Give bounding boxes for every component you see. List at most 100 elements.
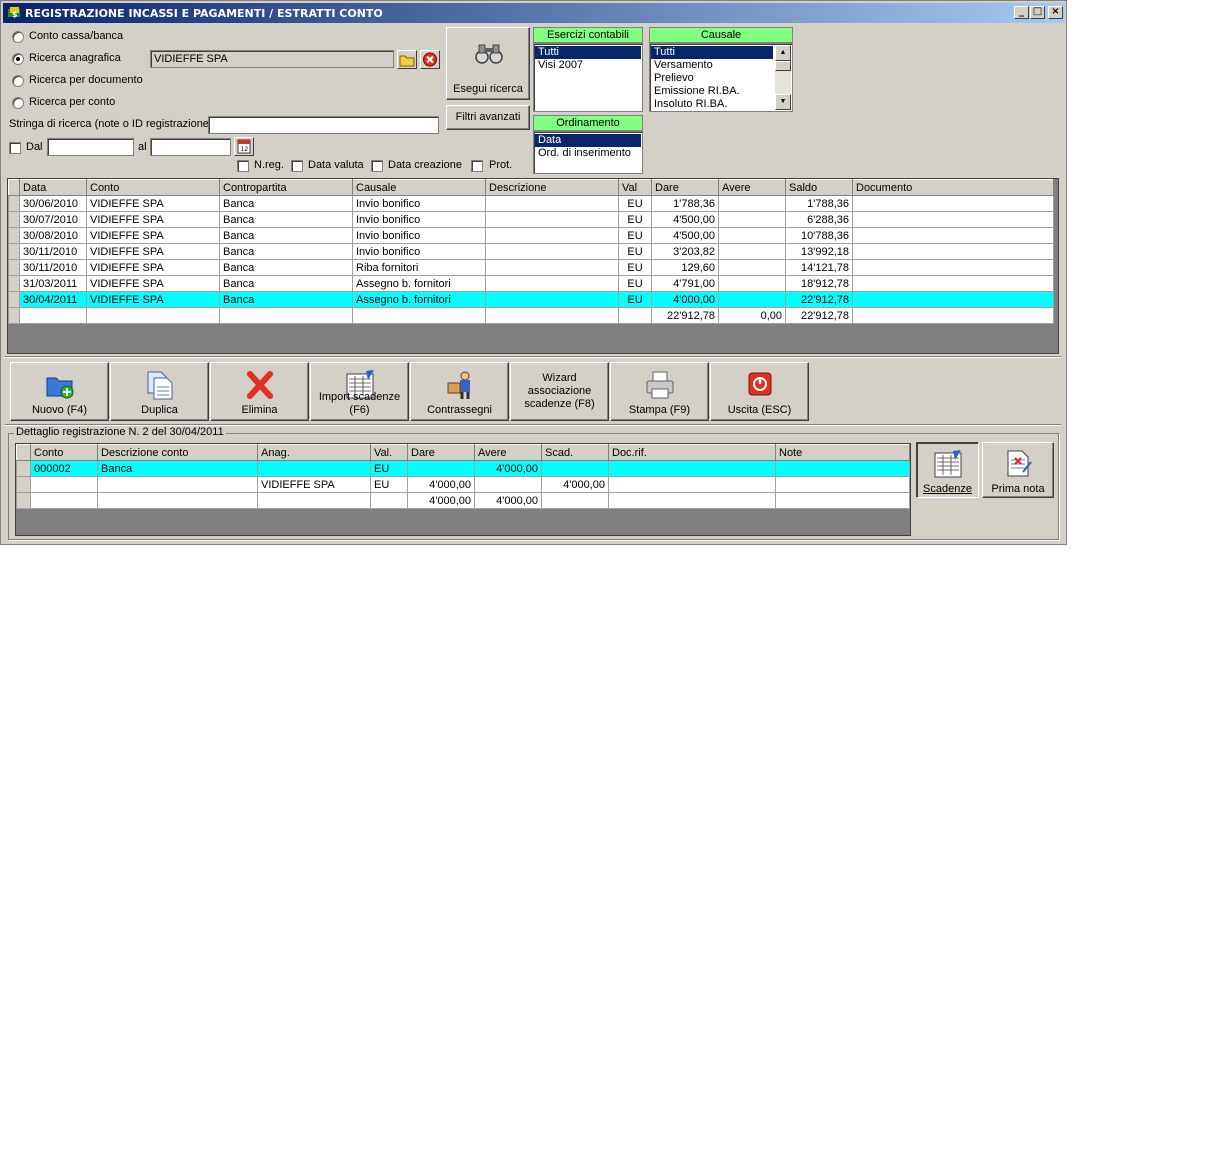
column-header[interactable]: Val: [618, 179, 652, 196]
column-header[interactable]: Causale: [352, 179, 486, 196]
row-indicator: [8, 259, 20, 276]
column-header[interactable]: Conto: [86, 179, 220, 196]
column-header[interactable]: Scad.: [541, 444, 609, 461]
data-creazione-checkbox[interactable]: [371, 160, 383, 172]
table-cell: VIDIEFFE SPA: [86, 211, 220, 228]
radio-ricerca-conto[interactable]: [12, 97, 24, 109]
scadenze-icon: [934, 450, 962, 478]
advanced-filters-button[interactable]: Filtri avanzati: [446, 105, 530, 130]
toolbar-button[interactable]: Stampa (F9): [610, 362, 709, 421]
causale-scrollbar[interactable]: ▲ ▼: [775, 45, 791, 110]
radio-ricerca-anagrafica[interactable]: [12, 53, 24, 65]
ordinamento-item[interactable]: Data: [535, 134, 641, 147]
detail-table-panel: Conto Descrizione conto Anag. Val. Dare Avere…: [15, 443, 911, 536]
table-cell: Banca: [219, 291, 353, 308]
data-valuta-checkbox[interactable]: [291, 160, 303, 172]
ordinamento-list[interactable]: Data Ord. di inserimento: [533, 131, 643, 174]
column-header[interactable]: Dare: [651, 179, 719, 196]
toolbar-button[interactable]: Duplica: [110, 362, 209, 421]
table-cell: Invio bonifico: [352, 243, 486, 260]
maximize-icon: □: [1032, 6, 1043, 17]
table-cell: EU: [618, 195, 652, 212]
clear-icon: [423, 52, 437, 67]
table-cell: 22'912,78: [785, 291, 853, 308]
column-header[interactable]: Avere: [474, 444, 542, 461]
toolbar-button[interactable]: Contrassegni: [410, 362, 509, 421]
radio-ricerca-documento[interactable]: [12, 75, 24, 87]
esercizi-item[interactable]: Visi 2007: [535, 59, 641, 72]
dal-checkbox[interactable]: [9, 142, 21, 154]
causale-item[interactable]: Insoluto RI.BA.: [651, 98, 773, 111]
column-header[interactable]: Note: [775, 444, 910, 461]
column-header[interactable]: Conto: [30, 444, 98, 461]
search-string-input[interactable]: [208, 116, 439, 134]
column-header[interactable]: Dare: [407, 444, 475, 461]
calendar-button[interactable]: 12: [234, 137, 254, 156]
toolbar-button[interactable]: Uscita (ESC): [710, 362, 809, 421]
column-header[interactable]: Descrizione: [485, 179, 619, 196]
table-row[interactable]: 30/07/2010 VIDIEFFE SPA Banca Invio bonific…: [8, 211, 1054, 228]
esercizi-item[interactable]: Tutti: [535, 46, 641, 59]
esercizi-list[interactable]: Tutti Visi 2007: [533, 43, 643, 112]
column-header[interactable]: Saldo: [785, 179, 853, 196]
causale-list[interactable]: Tutti Versamento Prelievo Emissione RI.BA. I…: [649, 43, 793, 112]
column-header[interactable]: Anag.: [257, 444, 371, 461]
prot-checkbox[interactable]: [471, 160, 483, 172]
scroll-down-icon[interactable]: ▼: [775, 94, 791, 110]
clear-anagrafica-button[interactable]: [420, 50, 440, 69]
table-cell: EU: [618, 291, 652, 308]
total-cell: [86, 307, 220, 324]
table-row[interactable]: 31/03/2011 VIDIEFFE SPA Banca Assegno b. fo…: [8, 275, 1054, 292]
table-row[interactable]: 30/11/2010 VIDIEFFE SPA Banca Riba fornitor…: [8, 259, 1054, 276]
toolbar-button[interactable]: Elimina: [210, 362, 309, 421]
open-anagrafica-button[interactable]: [397, 50, 417, 69]
maximize-button[interactable]: □: [1030, 6, 1045, 19]
al-date-input[interactable]: [150, 138, 231, 156]
table-row[interactable]: 30/04/2011 VIDIEFFE SPA Banca Assegno b. fo…: [8, 291, 1054, 308]
detail-row[interactable]: VIDIEFFE SPA EU 4'000,00 4'000,00: [16, 476, 910, 493]
toolbar-button[interactable]: Wizard associazione scadenze (F8): [510, 362, 609, 421]
detail-row[interactable]: 000002 Banca EU 4'000,00: [16, 460, 910, 477]
al-label: al: [138, 141, 147, 153]
causale-item[interactable]: Versamento: [651, 59, 773, 72]
power-icon: [744, 369, 776, 401]
scroll-up-icon[interactable]: ▲: [775, 45, 791, 61]
table-cell: 30/11/2010: [19, 259, 87, 276]
close-button[interactable]: ×: [1048, 6, 1063, 19]
toolbar-button[interactable]: Nuovo (F4): [10, 362, 109, 421]
table-cell: [407, 460, 475, 477]
scroll-thumb[interactable]: [775, 61, 791, 71]
table-cell: EU: [618, 275, 652, 292]
radio-conto-cassa[interactable]: [12, 31, 24, 43]
row-indicator: [16, 476, 31, 493]
execute-search-button[interactable]: Esegui ricerca: [446, 27, 530, 100]
column-header[interactable]: Doc.rif.: [608, 444, 776, 461]
table-row[interactable]: 30/11/2010 VIDIEFFE SPA Banca Invio bonific…: [8, 243, 1054, 260]
causale-item[interactable]: Tutti: [651, 46, 773, 59]
table-cell: EU: [370, 476, 408, 493]
table-row[interactable]: 30/08/2010 VIDIEFFE SPA Banca Invio bonific…: [8, 227, 1054, 244]
column-header[interactable]: Contropartita: [219, 179, 353, 196]
anagrafica-field[interactable]: VIDIEFFE SPA: [150, 50, 394, 68]
table-cell: [852, 211, 1054, 228]
column-header[interactable]: Descrizione conto: [97, 444, 258, 461]
table-row[interactable]: 30/06/2010 VIDIEFFE SPA Banca Invio bonific…: [8, 195, 1054, 212]
minimize-button[interactable]: _: [1014, 6, 1029, 19]
nreg-checkbox[interactable]: [237, 160, 249, 172]
table-cell: [608, 476, 776, 493]
column-header[interactable]: Avere: [718, 179, 786, 196]
causale-item[interactable]: Prelievo: [651, 72, 773, 85]
scadenze-button[interactable]: Scadenze: [916, 442, 979, 498]
column-header[interactable]: Documento: [852, 179, 1054, 196]
ordinamento-item[interactable]: Ord. di inserimento: [535, 147, 641, 160]
prima-nota-button[interactable]: Prima nota: [982, 442, 1054, 498]
dal-date-input[interactable]: [47, 138, 134, 156]
causale-item[interactable]: Emissione RI.BA.: [651, 85, 773, 98]
toolbar-button[interactable]: Import scadenze (F6): [310, 362, 409, 421]
column-header[interactable]: Data: [19, 179, 87, 196]
table-cell: Assegno b. fornitori: [352, 275, 486, 292]
row-indicator: [8, 227, 20, 244]
total-cell: [219, 307, 353, 324]
toolbar-button-label: Wizard associazione scadenze (F8): [524, 372, 595, 410]
column-header[interactable]: Val.: [370, 444, 408, 461]
